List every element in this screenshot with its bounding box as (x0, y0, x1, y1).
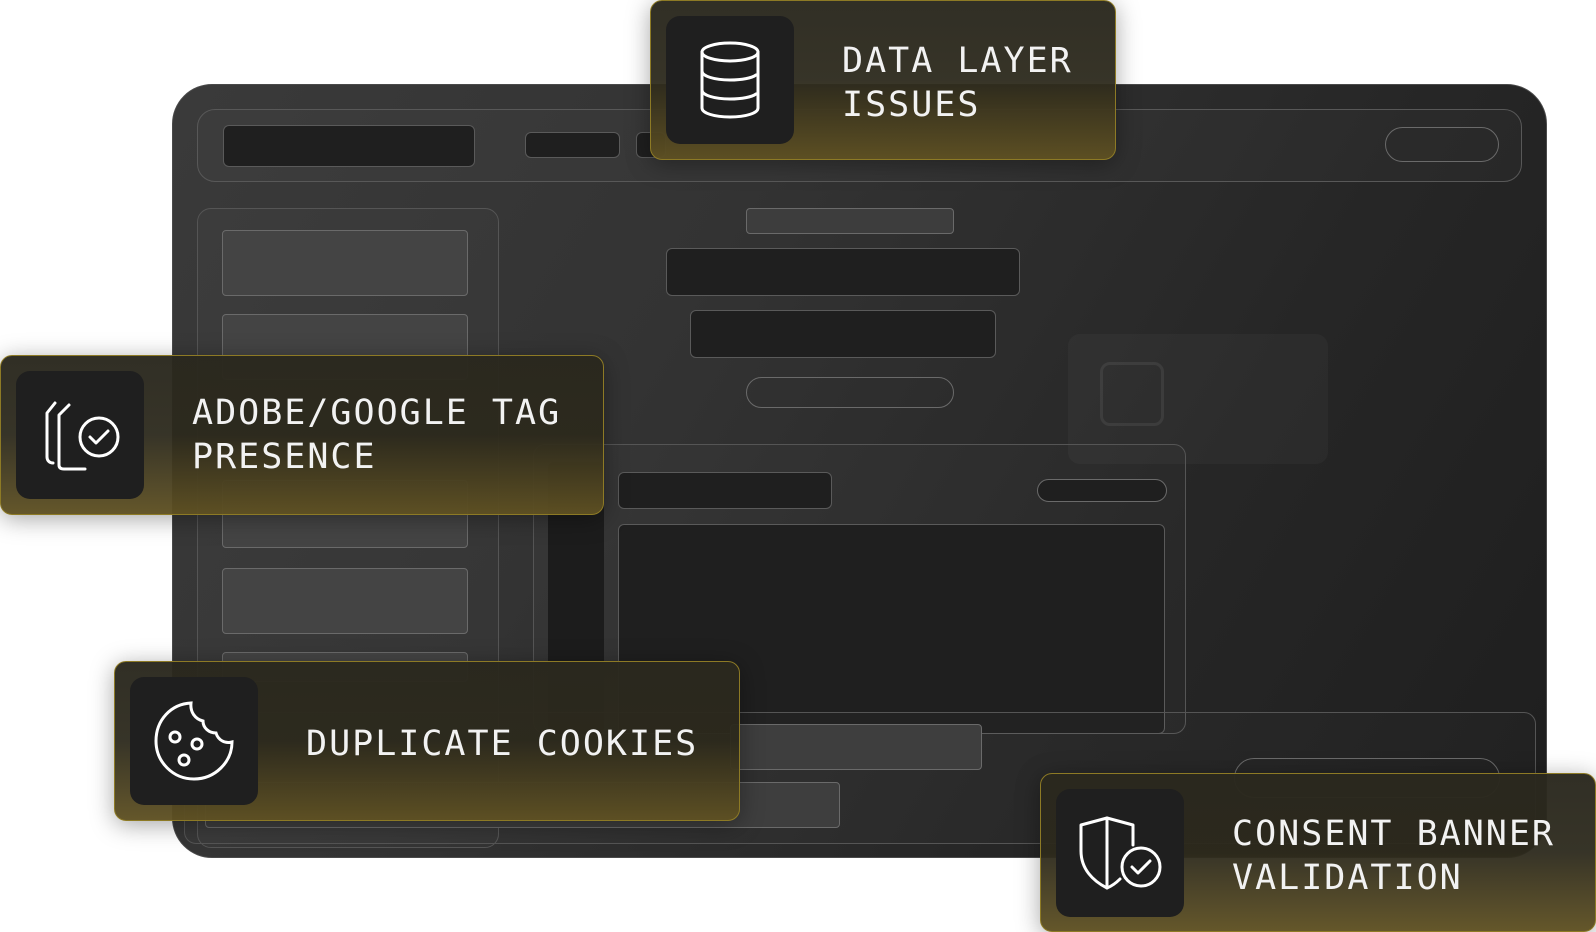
nav-button-placeholder (1385, 127, 1499, 162)
sidebar-item-placeholder (222, 568, 468, 634)
cookie-icon (154, 701, 234, 781)
content-action-placeholder (1037, 479, 1167, 502)
callout-label: DUPLICATE COOKIES (306, 724, 699, 764)
callout-label: CONSENT BANNER VALIDATION (1232, 814, 1556, 898)
icon-tile (1056, 789, 1184, 917)
shield-check-icon (1079, 816, 1162, 890)
nav-item-placeholder (525, 132, 620, 158)
hero-subtitle-placeholder (690, 310, 996, 358)
database-icon (700, 41, 760, 119)
bottom-field-placeholder (730, 724, 982, 770)
hero-title-placeholder (666, 248, 1020, 296)
sidebar-item-placeholder (222, 230, 468, 296)
tags-check-icon (45, 401, 120, 471)
hero-tag-placeholder (746, 208, 954, 234)
callout-consent-banner-validation: CONSENT BANNER VALIDATION (1040, 773, 1596, 932)
callout-data-layer-issues: DATA LAYER ISSUES (650, 0, 1116, 160)
callout-label: ADOBE/GOOGLE TAG PRESENCE (192, 393, 562, 477)
content-title-placeholder (618, 472, 832, 509)
faded-monitor-icon (1100, 362, 1164, 426)
logo-placeholder (223, 125, 475, 167)
hero-button-placeholder (746, 377, 954, 408)
callout-duplicate-cookies: DUPLICATE COOKIES (114, 661, 740, 821)
callout-label: DATA LAYER ISSUES (842, 41, 1073, 125)
callout-tag-presence: ADOBE/GOOGLE TAG PRESENCE (0, 355, 604, 515)
icon-tile (16, 371, 144, 499)
icon-tile (130, 677, 258, 805)
icon-tile (666, 16, 794, 144)
